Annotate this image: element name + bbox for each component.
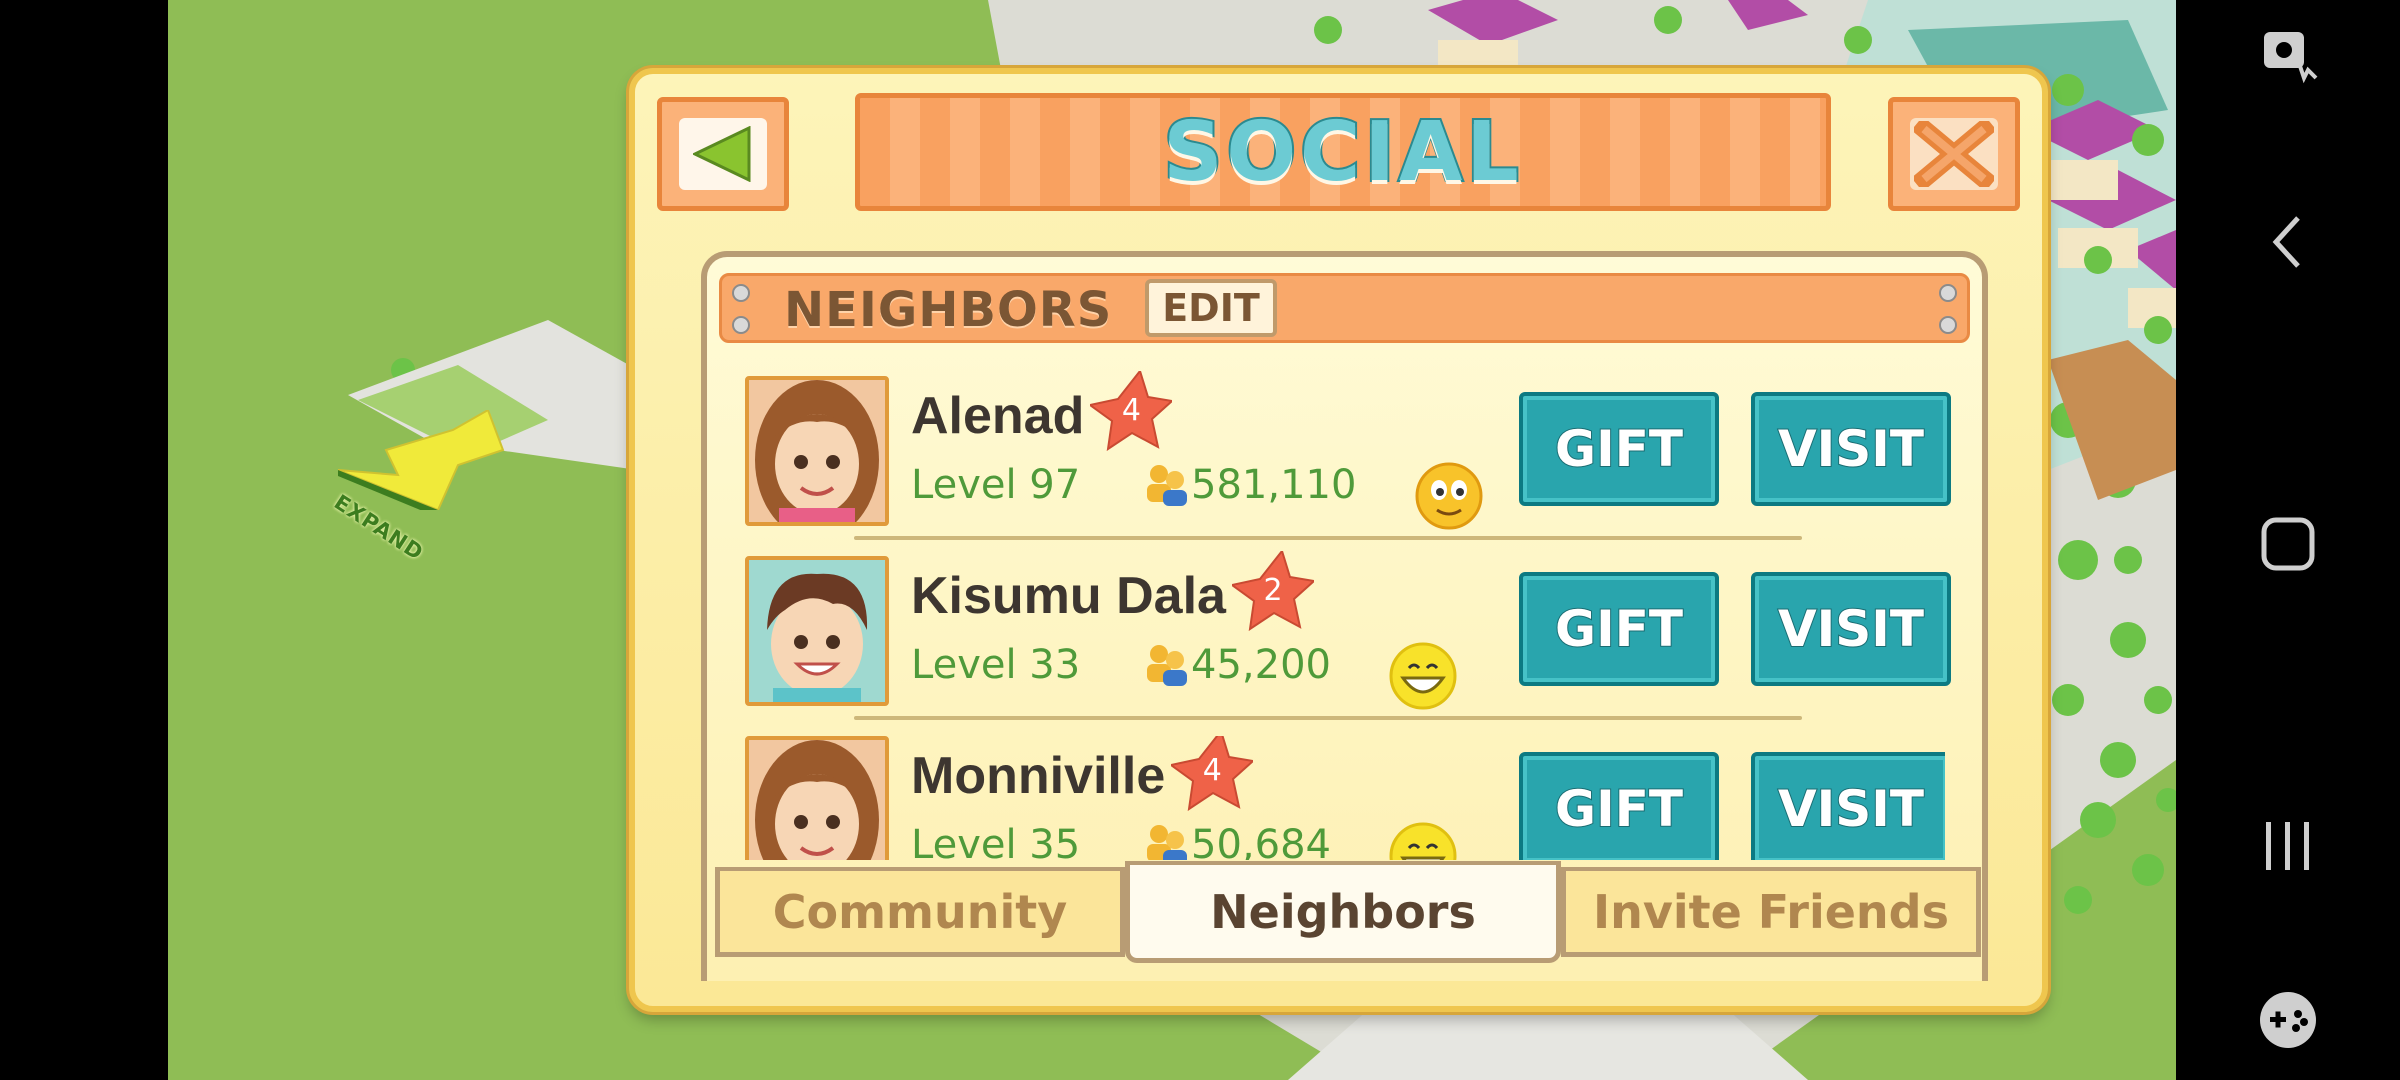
rivet-icon — [732, 316, 750, 334]
grinning-face-icon — [1389, 822, 1457, 860]
gift-button[interactable]: GIFT — [1519, 572, 1719, 686]
section-header: NEIGHBORS EDIT — [719, 273, 1970, 343]
girl-avatar-icon — [749, 380, 885, 522]
game-tools-button[interactable] — [2248, 980, 2328, 1060]
recents-nav-button[interactable] — [2248, 806, 2328, 886]
surprised-face-icon — [1415, 462, 1483, 530]
population-value: 581,110 — [1191, 462, 1357, 508]
rivet-icon — [732, 284, 750, 302]
rivet-icon — [1939, 284, 1957, 302]
tab-community[interactable]: Community — [715, 867, 1125, 957]
home-square-icon — [2261, 517, 2315, 571]
tab-invite-friends[interactable]: Invite Friends — [1561, 867, 1981, 957]
row-separator — [854, 536, 1802, 540]
close-button[interactable] — [1888, 97, 2020, 211]
star-level: 2 — [1263, 573, 1283, 608]
title-bar: SOCIAL — [855, 93, 1831, 211]
avatar[interactable] — [745, 736, 889, 860]
neighbors-panel: NEIGHBORS EDIT Alenad 4 Level 97 581,110… — [701, 251, 1988, 981]
neighbor-row: Kisumu Dala 2 Level 33 45,200 GIFT VISIT — [745, 548, 1951, 710]
touch-lock-icon — [2264, 32, 2318, 84]
population-value: 50,684 — [1191, 822, 1331, 860]
recents-lines-icon — [2266, 822, 2309, 870]
tab-bar: Community Neighbors Invite Friends — [715, 861, 1981, 963]
population-value: 45,200 — [1191, 642, 1331, 688]
visit-button[interactable]: VISIT — [1751, 392, 1951, 506]
home-nav-button[interactable] — [2248, 504, 2328, 584]
rivet-icon — [1939, 316, 1957, 334]
back-nav-button[interactable] — [2248, 202, 2328, 282]
neighbor-name: Monniville — [911, 747, 1166, 805]
android-nav-bar — [2176, 0, 2400, 1080]
neighbor-name: Alenad — [911, 387, 1085, 445]
back-chevron-icon — [2272, 216, 2300, 268]
expand-arrow-icon[interactable] — [338, 410, 528, 510]
social-dialog: SOCIAL NEIGHBORS EDIT Alenad 4 Level 97 … — [629, 68, 2048, 1012]
tab-neighbors[interactable]: Neighbors — [1125, 861, 1561, 963]
visit-button[interactable]: VISIT — [1751, 572, 1951, 686]
close-x-icon — [1914, 121, 1994, 187]
row-separator — [854, 716, 1802, 720]
gift-button[interactable]: GIFT — [1519, 392, 1719, 506]
star-badge: 4 — [1087, 368, 1175, 452]
back-button[interactable] — [657, 97, 789, 211]
neighbor-row: Alenad 4 Level 97 581,110 GIFT VISIT — [745, 368, 1951, 530]
neighbor-level: Level 33 — [911, 642, 1081, 688]
back-triangle-icon — [693, 126, 751, 182]
avatar[interactable] — [745, 376, 889, 526]
population-icon — [1147, 645, 1187, 686]
neighbor-row: Monniville 4 Level 35 50,684 GIFT VISIT — [745, 736, 1945, 860]
avatar[interactable] — [745, 556, 889, 706]
dialog-title: SOCIAL — [1161, 103, 1523, 202]
gamepad-icon — [2260, 992, 2316, 1048]
grinning-face-icon — [1389, 642, 1457, 710]
screen-pin-button[interactable] — [2248, 16, 2328, 96]
population-icon — [1147, 465, 1187, 506]
boy-avatar-icon — [749, 560, 885, 702]
star-level: 4 — [1121, 393, 1141, 428]
edit-button[interactable]: EDIT — [1145, 279, 1277, 337]
neighbor-level: Level 35 — [911, 822, 1081, 860]
gift-button[interactable]: GIFT — [1519, 752, 1719, 860]
star-level: 4 — [1202, 753, 1222, 788]
game-map[interactable]: EXPAND SOCIAL NEIGHBORS EDIT Alenad 4 Le… — [168, 0, 2176, 1080]
neighbor-name: Kisumu Dala — [911, 567, 1226, 625]
neighbor-level: Level 97 — [911, 462, 1081, 508]
section-title: NEIGHBORS — [784, 282, 1113, 338]
star-badge: 4 — [1168, 736, 1256, 812]
population-icon — [1147, 825, 1187, 860]
visit-button[interactable]: VISIT — [1751, 752, 1945, 860]
girl-avatar-icon — [749, 740, 885, 860]
star-badge: 2 — [1229, 548, 1317, 632]
